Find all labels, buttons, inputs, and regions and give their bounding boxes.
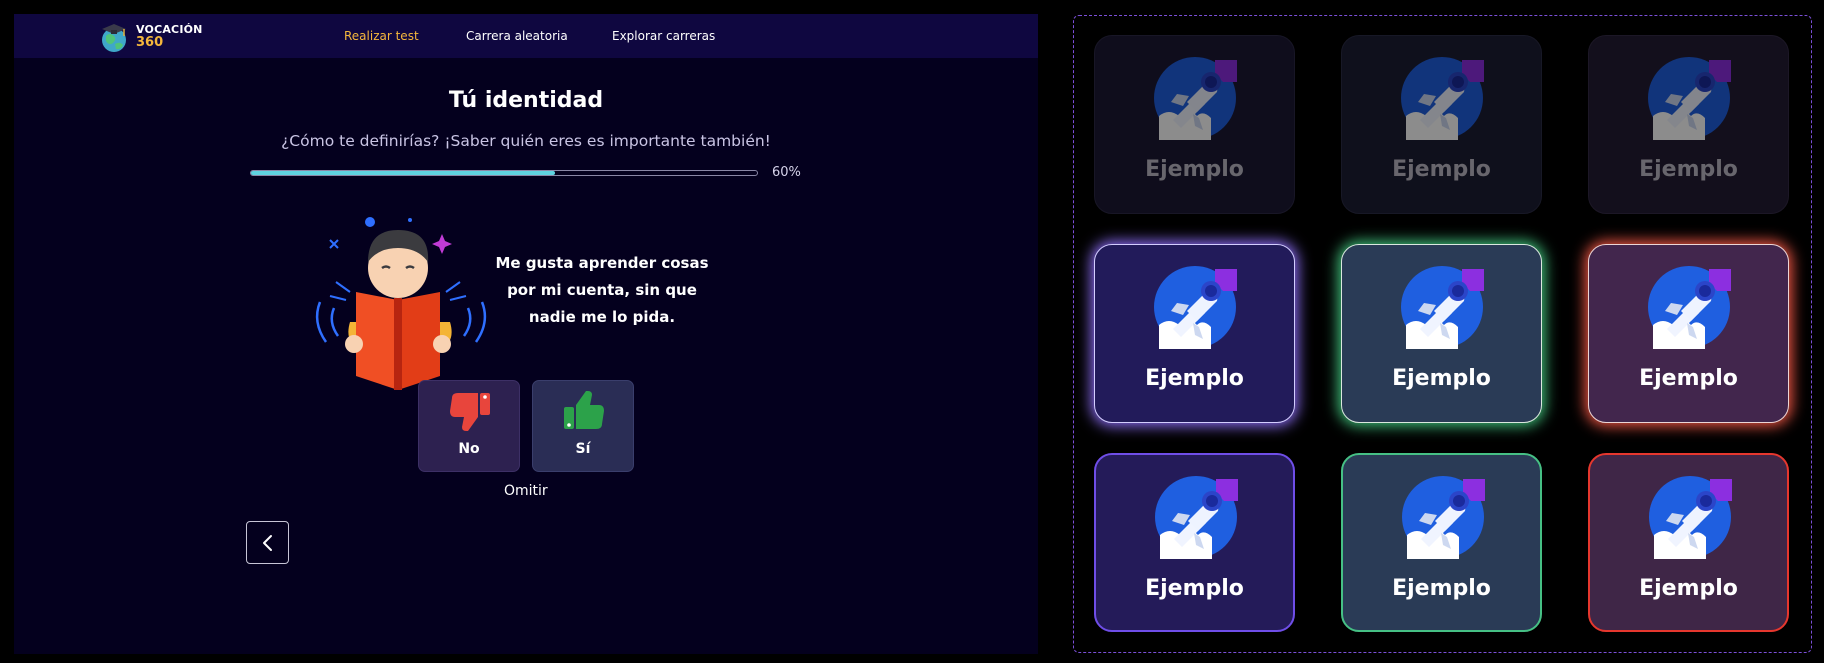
career-card-default[interactable]: Ejemplo: [1094, 35, 1295, 214]
progress-bar: [250, 170, 758, 176]
page-subtitle: ¿Cómo te definirías? ¡Saber quién eres e…: [281, 132, 771, 150]
card-label: Ejemplo: [1639, 157, 1738, 182]
thumbs-up-icon: [564, 391, 604, 429]
rocket-icon: [1648, 475, 1732, 559]
rocket-icon: [1401, 475, 1485, 559]
card-label: Ejemplo: [1639, 366, 1738, 391]
brand-name: VOCACIÓN: [136, 23, 203, 36]
rocket-icon: [1647, 56, 1731, 140]
back-button[interactable]: [246, 521, 289, 564]
card-label: Ejemplo: [1145, 576, 1244, 601]
chevron-left-icon: [263, 535, 272, 551]
nav-link-carrera-aleatoria[interactable]: Carrera aleatoria: [466, 29, 568, 43]
page-title: Tú identidad: [448, 88, 604, 113]
progress-fill: [251, 171, 555, 175]
card-label: Ejemplo: [1639, 576, 1738, 601]
logo[interactable]: VOCACIÓN 360: [98, 20, 208, 54]
career-card-selected-red[interactable]: Ejemplo: [1588, 453, 1789, 632]
career-card-default[interactable]: Ejemplo: [1588, 35, 1789, 214]
rocket-icon: [1400, 56, 1484, 140]
career-card-hover-purple[interactable]: Ejemplo: [1094, 244, 1295, 423]
rocket-icon: [1153, 56, 1237, 140]
rocket-icon: [1153, 265, 1237, 349]
career-card-default[interactable]: Ejemplo: [1341, 35, 1542, 214]
card-label: Ejemplo: [1145, 157, 1244, 182]
progress-label: 60%: [772, 165, 801, 180]
answer-no-label: No: [458, 441, 480, 457]
card-label: Ejemplo: [1392, 576, 1491, 601]
rocket-icon: [1154, 475, 1238, 559]
career-card-hover-red[interactable]: Ejemplo: [1588, 244, 1789, 423]
career-card-selected-purple[interactable]: Ejemplo: [1094, 453, 1295, 632]
app-window: VOCACIÓN 360 Realizar test Carrera aleat…: [14, 14, 1038, 654]
card-label: Ejemplo: [1392, 157, 1491, 182]
career-card-selected-green[interactable]: Ejemplo: [1341, 453, 1542, 632]
rocket-icon: [1647, 265, 1731, 349]
nav-link-realizar-test[interactable]: Realizar test: [344, 29, 419, 43]
card-gallery: Ejemplo Ejemplo Ejemplo Ejemplo Ejemplo …: [1073, 15, 1812, 653]
brand-number: 360: [136, 35, 164, 50]
answer-yes-button[interactable]: Sí: [532, 380, 634, 472]
rocket-icon: [1400, 265, 1484, 349]
answer-yes-label: Sí: [575, 441, 591, 457]
reading-boy-illustration: [315, 217, 487, 390]
thumbs-down-icon: [450, 393, 490, 431]
card-label: Ejemplo: [1392, 366, 1491, 391]
answer-no-button[interactable]: No: [418, 380, 520, 472]
globe-logo-icon: [102, 24, 126, 52]
top-navbar: VOCACIÓN 360 Realizar test Carrera aleat…: [14, 14, 1038, 58]
nav-link-explorar-carreras[interactable]: Explorar carreras: [612, 29, 715, 43]
card-label: Ejemplo: [1145, 366, 1244, 391]
career-card-hover-green[interactable]: Ejemplo: [1341, 244, 1542, 423]
test-statement: Me gusta aprender cosas por mi cuenta, s…: [495, 254, 709, 326]
skip-link[interactable]: Omitir: [504, 483, 548, 499]
